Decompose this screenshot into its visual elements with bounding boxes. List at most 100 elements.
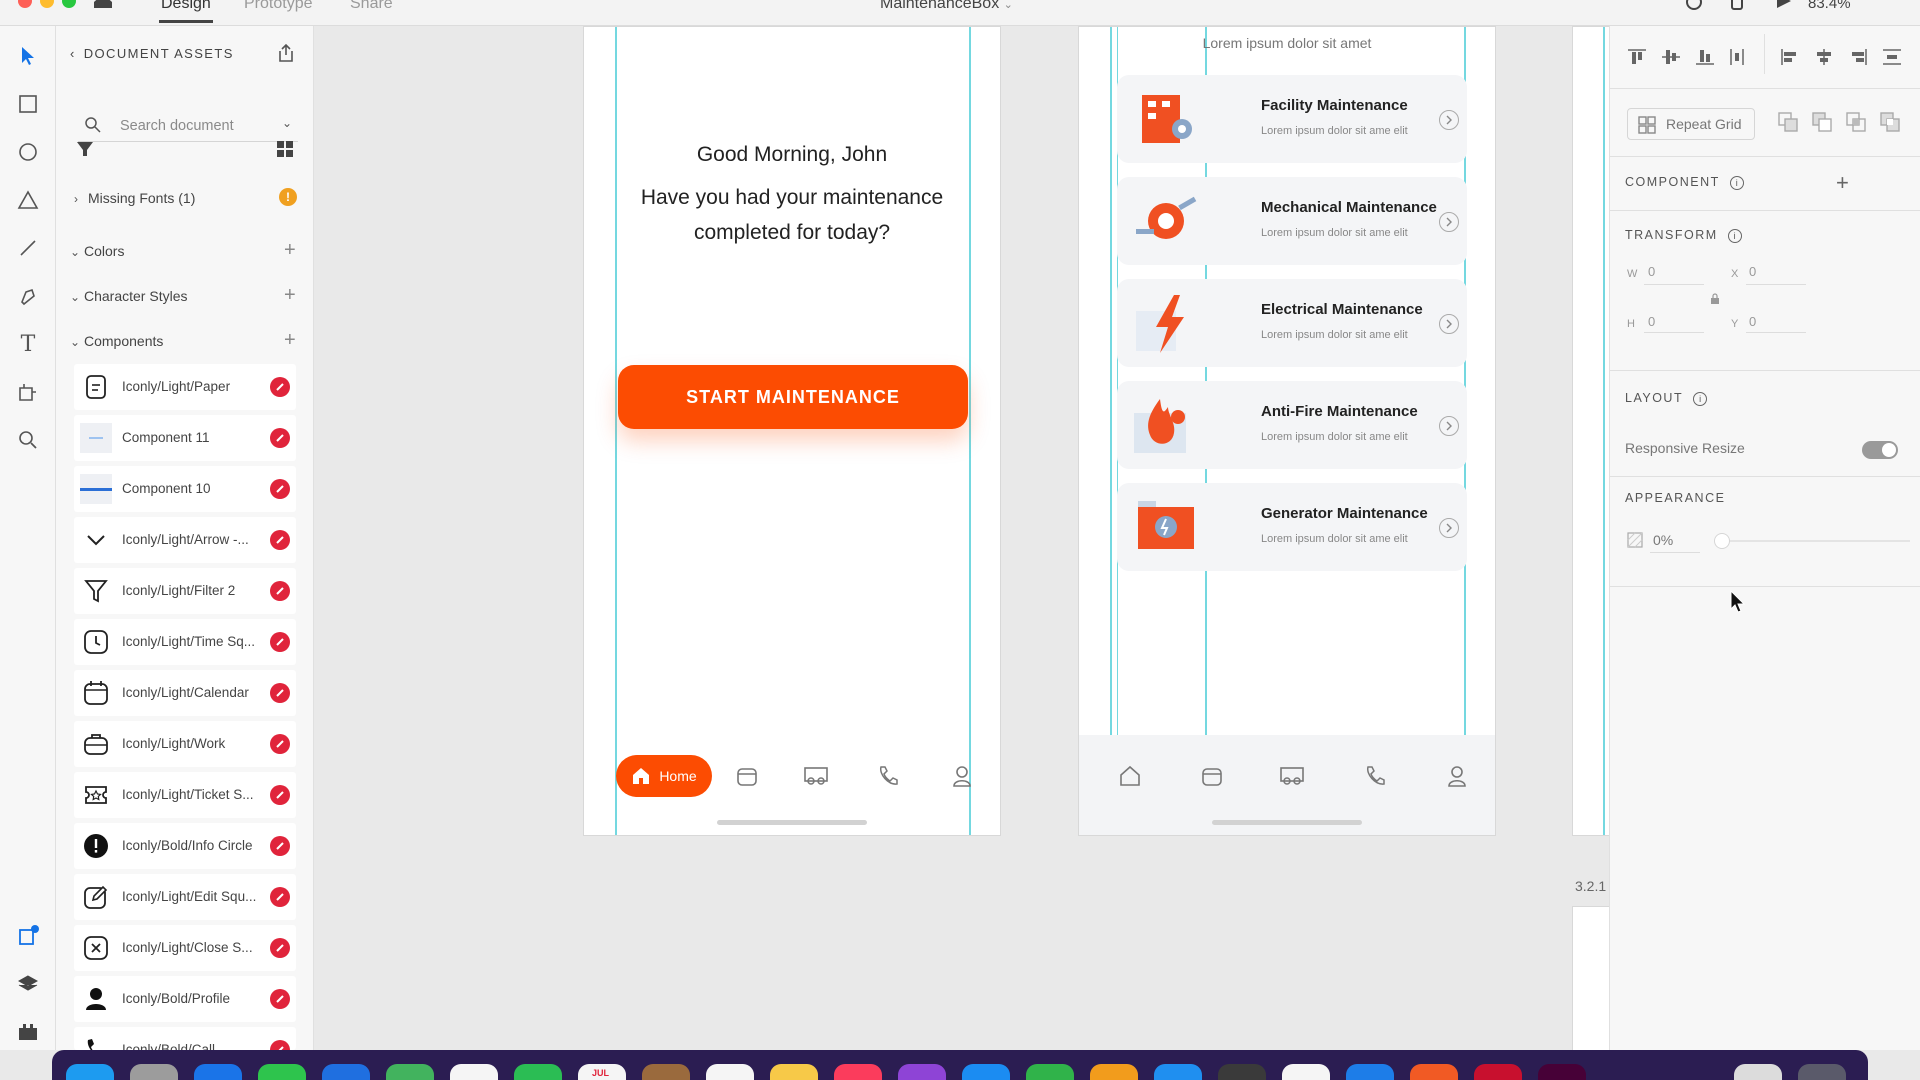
component-item[interactable]: Iconly/Bold/Profile [74,976,296,1022]
mail-icon[interactable] [322,1064,370,1080]
component-item[interactable]: Iconly/Light/Edit Squ... [74,874,296,920]
link-icon[interactable] [270,836,290,856]
chrome-icon[interactable] [1282,1064,1330,1080]
component-item[interactable]: Iconly/Bold/Info Circle [74,823,296,869]
minimize-window-button[interactable] [40,0,54,8]
facetime-icon[interactable] [514,1064,562,1080]
component-item[interactable]: Component 11 [74,415,296,461]
search-scope-chevron-icon[interactable]: ⌄ [282,116,292,130]
device-preview-icon[interactable] [1730,0,1744,15]
add-character-style-icon[interactable]: + [284,285,296,305]
document-title[interactable]: MaintenanceBox ⌄ [880,0,1013,13]
align-center-icon[interactable] [1814,48,1834,71]
artboard-tool-icon[interactable] [14,378,42,406]
profile-icon[interactable] [1442,761,1472,791]
share-icon[interactable] [1684,0,1706,15]
add-shape-icon[interactable] [1778,112,1798,137]
component-item[interactable]: Iconly/Light/Time Sq... [74,619,296,665]
link-icon[interactable] [270,530,290,550]
component-item[interactable]: Iconly/Light/Work [74,721,296,767]
info-icon[interactable]: i [1693,391,1708,406]
tab-design[interactable]: Design [159,0,213,23]
select-tool-icon[interactable] [14,42,42,70]
layers-icon[interactable] [14,970,42,998]
line-tool-icon[interactable] [14,234,42,262]
zoom-tool-icon[interactable] [14,426,42,454]
polygon-tool-icon[interactable] [14,186,42,214]
acrobat-icon[interactable] [1474,1064,1522,1080]
add-color-icon[interactable]: + [284,240,296,260]
notes-icon[interactable] [770,1064,818,1080]
opacity-value[interactable]: 0% [1653,532,1673,548]
character-styles-section[interactable]: ⌄ Character Styles [70,288,187,304]
link-icon[interactable] [270,581,290,601]
link-icon[interactable] [270,632,290,652]
opacity-slider-thumb[interactable] [1714,533,1730,549]
finder-icon[interactable] [66,1064,114,1080]
artboard-partial[interactable] [1572,26,1609,836]
messages-icon[interactable] [258,1064,306,1080]
text-tool-icon[interactable]: T [14,330,42,358]
home-icon[interactable] [92,0,114,8]
chevron-right-icon[interactable] [1439,212,1459,232]
service-card[interactable]: Generator Maintenance Lorem ipsum dolor … [1117,483,1467,571]
call-icon[interactable] [1360,761,1390,791]
document-assets-icon[interactable] [14,922,42,950]
photos-icon[interactable] [450,1064,498,1080]
colors-section[interactable]: ⌄ Colors [70,243,124,259]
exclude-shape-icon[interactable] [1880,112,1900,137]
home-icon[interactable] [1115,761,1145,791]
repeat-grid-button[interactable]: Repeat Grid [1627,108,1755,140]
link-icon[interactable] [270,785,290,805]
play-icon[interactable] [1776,0,1792,13]
component-item[interactable]: Iconly/Light/Close S... [74,925,296,971]
opacity-slider-track[interactable] [1720,540,1910,542]
numbers-icon[interactable] [1026,1064,1074,1080]
component-item[interactable]: Iconly/Light/Paper [74,364,296,410]
align-left-icon[interactable] [1780,48,1800,71]
pen-tool-icon[interactable] [14,282,42,310]
component-item[interactable]: Iconly/Light/Calendar [74,670,296,716]
service-card[interactable]: Anti-Fire Maintenance Lorem ipsum dolor … [1117,381,1467,469]
system-preferences-icon[interactable] [1218,1064,1266,1080]
call-icon[interactable] [873,761,903,791]
calendar-app-icon[interactable]: JUL [578,1064,626,1080]
zoom-window-button[interactable] [62,0,76,8]
trash-icon[interactable] [1798,1064,1846,1080]
maps-icon[interactable] [386,1064,434,1080]
intersect-shape-icon[interactable] [1846,112,1866,137]
technicians-icon[interactable] [1277,761,1307,791]
link-icon[interactable] [270,989,290,1009]
chevron-right-icon[interactable] [1439,314,1459,334]
technicians-icon[interactable] [801,761,831,791]
component-item[interactable]: Component 10 [74,466,296,512]
music-icon[interactable] [834,1064,882,1080]
link-icon[interactable] [270,377,290,397]
distribute-horizontal-icon[interactable] [1729,48,1745,71]
component-item[interactable]: Iconly/Light/Arrow -... [74,517,296,563]
calendar-icon[interactable] [1197,761,1227,791]
profile-icon[interactable] [947,761,977,791]
align-bottom-icon[interactable] [1695,48,1715,71]
service-card[interactable]: Mechanical Maintenance Lorem ipsum dolor… [1117,177,1467,265]
link-icon[interactable] [270,938,290,958]
info-icon[interactable]: i [1729,175,1744,190]
component-item[interactable]: Iconly/Bold/Call [74,1027,296,1050]
link-icon[interactable] [270,479,290,499]
tab-prototype[interactable]: Prototype [244,0,312,13]
artboard-services[interactable]: Lorem ipsum dolor sit amet Facility Main… [1078,26,1496,836]
info-icon[interactable]: i [1727,228,1742,243]
close-window-button[interactable] [18,0,32,8]
design-canvas[interactable]: Good Morning, John Have you had your mai… [314,26,1609,1050]
distribute-vertical-icon[interactable] [1882,48,1902,71]
component-item[interactable]: Iconly/Light/Ticket S... [74,772,296,818]
filter-icon[interactable] [76,140,94,163]
missing-fonts-row[interactable]: › Missing Fonts (1) [74,190,195,206]
plugins-icon[interactable] [14,1018,42,1046]
chevron-left-icon[interactable]: ‹ [70,46,76,61]
app-store-icon[interactable] [962,1064,1010,1080]
safari-icon[interactable] [194,1064,242,1080]
service-card[interactable]: Facility Maintenance Lorem ipsum dolor s… [1117,75,1467,163]
start-maintenance-button[interactable]: START MAINTENANCE [618,365,968,429]
vscode-icon[interactable] [1346,1064,1394,1080]
